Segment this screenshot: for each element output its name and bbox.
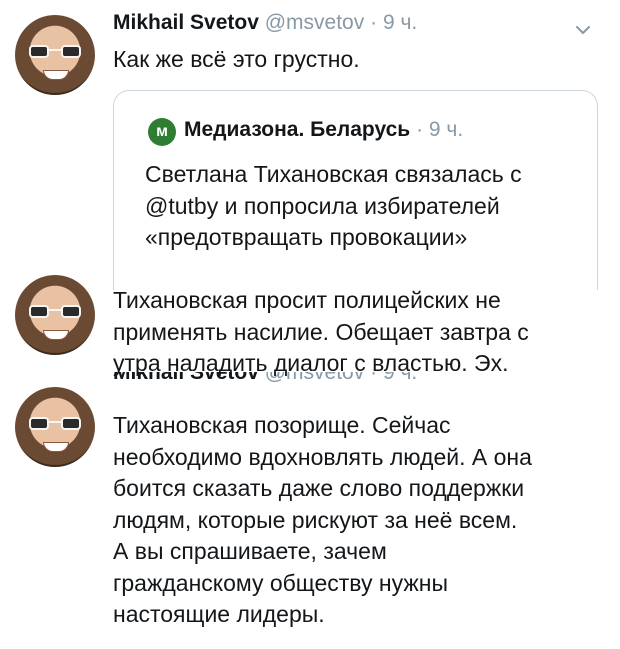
separator-dot: · [370,11,378,34]
avatar[interactable] [15,275,95,355]
text-line: людям, которые рискуют за неё всем. [113,506,518,533]
sunglasses-icon [29,417,81,431]
text-line: необходимо вдохновлять людей. А она [113,443,532,470]
text-line: @tutby и попросила избирателей [145,192,500,219]
avatar[interactable] [15,387,95,467]
author-name[interactable]: Mikhail Svetov [113,11,259,34]
separator-dot: · [416,118,424,141]
tweet-time[interactable]: 9 ч. [383,372,417,384]
separator-dot: · [370,372,378,384]
tweet-header: Mikhail Svetov @msvetov · 9 ч. [113,11,417,35]
text-line: Светлана Тихановская связалась с [145,161,522,187]
quoted-tweet-text: Светлана Тихановская связалась с @tutby … [145,159,522,254]
text-line: А вы спрашиваете, зачем [113,538,387,564]
avatar[interactable] [15,15,95,95]
text-line: Тихановская просит полицейских не [113,287,501,313]
tweet-text: Тихановская позорище. Сейчас необходимо … [113,410,532,631]
quoted-author-name[interactable]: Медиазона. Беларусь [184,118,410,141]
author-handle[interactable]: @msvetov [265,372,365,384]
text-line: применять насилие. Обещает завтра с [113,318,529,345]
tweet-text: Как же всё это грустно. [113,46,360,72]
sunglasses-icon [29,45,81,59]
tweet-time[interactable]: 9 ч. [383,11,417,34]
mediazona-logo-icon: м [148,118,176,146]
text-line: «предотвращать провокации» [145,224,468,250]
author-handle[interactable]: @msvetov [265,11,365,34]
text-line: настоящие лидеры. [113,601,325,627]
chevron-down-icon[interactable] [573,20,593,40]
sunglasses-icon [29,305,81,319]
text-line: боится сказать даже слово поддержки [113,475,525,501]
tweet-header-clipped: Mikhail Svetov @msvetov · 9 ч. [113,372,533,394]
author-name[interactable]: Mikhail Svetov [113,372,259,384]
text-line: Тихановская позорище. Сейчас [113,412,451,438]
quoted-tweet-time[interactable]: 9 ч. [429,118,463,141]
quoted-tweet-header: Медиазона. Беларусь · 9 ч. [184,118,463,142]
tweet-text: Тихановская просит полицейских не примен… [113,285,529,380]
text-line: гражданскому обществу нужны [113,569,448,596]
